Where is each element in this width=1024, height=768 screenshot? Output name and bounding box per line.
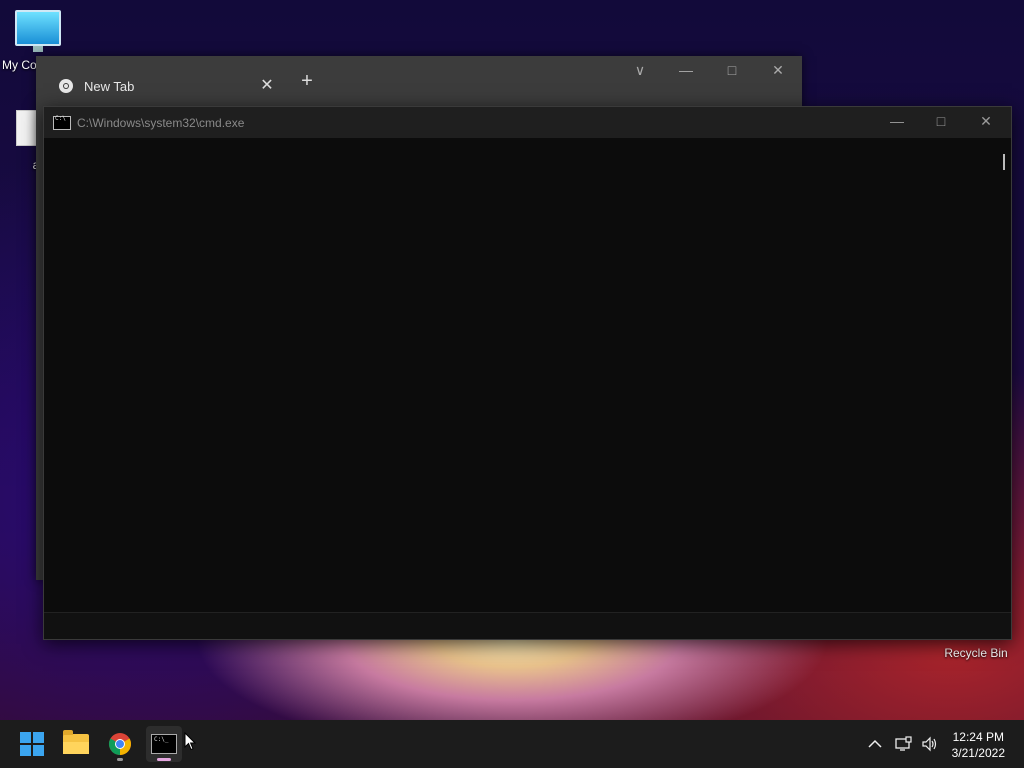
cmd-window-title: C:\Windows\system32\cmd.exe xyxy=(77,115,245,130)
cmd-app-icon xyxy=(53,115,71,130)
new-tab-button[interactable]: + xyxy=(298,71,316,91)
file-explorer-button[interactable] xyxy=(58,726,94,762)
chevron-up-icon xyxy=(868,739,882,748)
tab-search-icon[interactable]: ∨ xyxy=(625,62,655,80)
mouse-pointer-icon xyxy=(184,732,196,751)
maximize-button[interactable]: □ xyxy=(717,62,747,80)
cmd-taskbar-button[interactable] xyxy=(146,726,182,762)
volume-button[interactable] xyxy=(918,720,942,768)
windows-logo-icon xyxy=(20,732,44,756)
chrome-taskbar-button[interactable] xyxy=(102,726,138,762)
speaker-icon xyxy=(922,736,937,752)
start-button[interactable] xyxy=(14,726,50,762)
clock-date: 3/21/2022 xyxy=(951,746,1005,760)
chrome-favicon-icon xyxy=(59,79,73,93)
clock[interactable]: 12:24 PM 3/21/2022 xyxy=(952,729,1005,761)
cmd-titlebar[interactable]: C:\Windows\system32\cmd.exe — □ ✕ xyxy=(44,107,1011,138)
cmd-minimize-button[interactable]: — xyxy=(882,113,912,133)
network-icon xyxy=(895,736,912,751)
chrome-tab-title: New Tab xyxy=(84,78,135,94)
monitor-icon xyxy=(15,10,61,52)
cmd-close-button[interactable]: ✕ xyxy=(971,113,1001,133)
folder-icon xyxy=(63,730,89,754)
chrome-tab-bar: New Tab ✕ + ∨ — □ ✕ xyxy=(36,56,802,106)
taskbar: 12:24 PM 3/21/2022 xyxy=(0,720,1024,768)
clock-time: 12:24 PM xyxy=(952,730,1004,744)
desktop-icon-label: Recycle Bin xyxy=(944,646,1008,660)
cmd-window: C:\Windows\system32\cmd.exe — □ ✕ xyxy=(43,106,1012,640)
minimize-button[interactable]: — xyxy=(671,62,701,80)
network-button[interactable] xyxy=(892,720,916,768)
terminal-icon xyxy=(151,734,177,754)
chrome-icon xyxy=(109,733,131,755)
close-button[interactable]: ✕ xyxy=(763,62,793,80)
text-cursor xyxy=(1003,154,1005,170)
close-tab-icon[interactable]: ✕ xyxy=(258,77,276,95)
cmd-console-area[interactable] xyxy=(44,138,1011,613)
chrome-tab-new-tab[interactable]: New Tab ✕ xyxy=(44,66,284,106)
cmd-bottom-bar xyxy=(44,612,1011,639)
cmd-maximize-button[interactable]: □ xyxy=(926,113,956,133)
running-indicator xyxy=(117,758,123,761)
active-indicator xyxy=(157,758,171,761)
show-hidden-icons-button[interactable] xyxy=(864,720,886,768)
